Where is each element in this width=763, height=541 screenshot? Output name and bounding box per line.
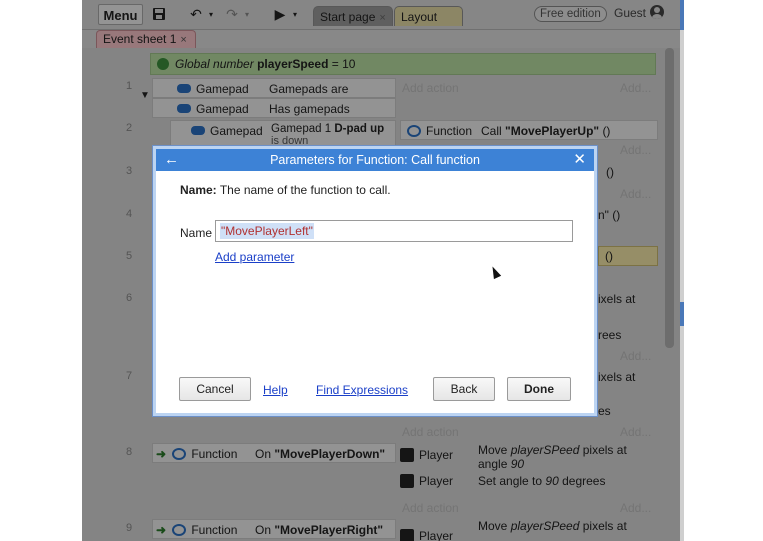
- name-field-label: Name: [180, 226, 213, 240]
- close-icon[interactable]: ✕: [573, 149, 586, 171]
- dialog-title-bar: ← Parameters for Function: Call function…: [156, 149, 594, 171]
- help-link[interactable]: Help: [263, 383, 288, 397]
- name-input-value: "MovePlayerLeft": [220, 223, 314, 239]
- panel-accent: [680, 302, 684, 326]
- dialog-title: Parameters for Function: Call function: [270, 153, 480, 167]
- panel-accent: [680, 0, 684, 30]
- add-parameter-link[interactable]: Add parameter: [215, 250, 294, 264]
- cancel-button[interactable]: Cancel: [179, 377, 251, 401]
- description-text: The name of the function to call.: [219, 183, 391, 197]
- description-label: Name:: [180, 183, 217, 197]
- find-expressions-link[interactable]: Find Expressions: [316, 383, 408, 397]
- done-button[interactable]: Done: [507, 377, 571, 401]
- back-button[interactable]: Back: [433, 377, 495, 401]
- name-input[interactable]: "MovePlayerLeft": [215, 220, 573, 242]
- back-arrow-icon[interactable]: ←: [164, 149, 179, 171]
- right-panel-edge: [680, 0, 684, 541]
- parameters-dialog: ← Parameters for Function: Call function…: [153, 146, 597, 416]
- parameter-description: Name: The name of the function to call.: [180, 183, 391, 197]
